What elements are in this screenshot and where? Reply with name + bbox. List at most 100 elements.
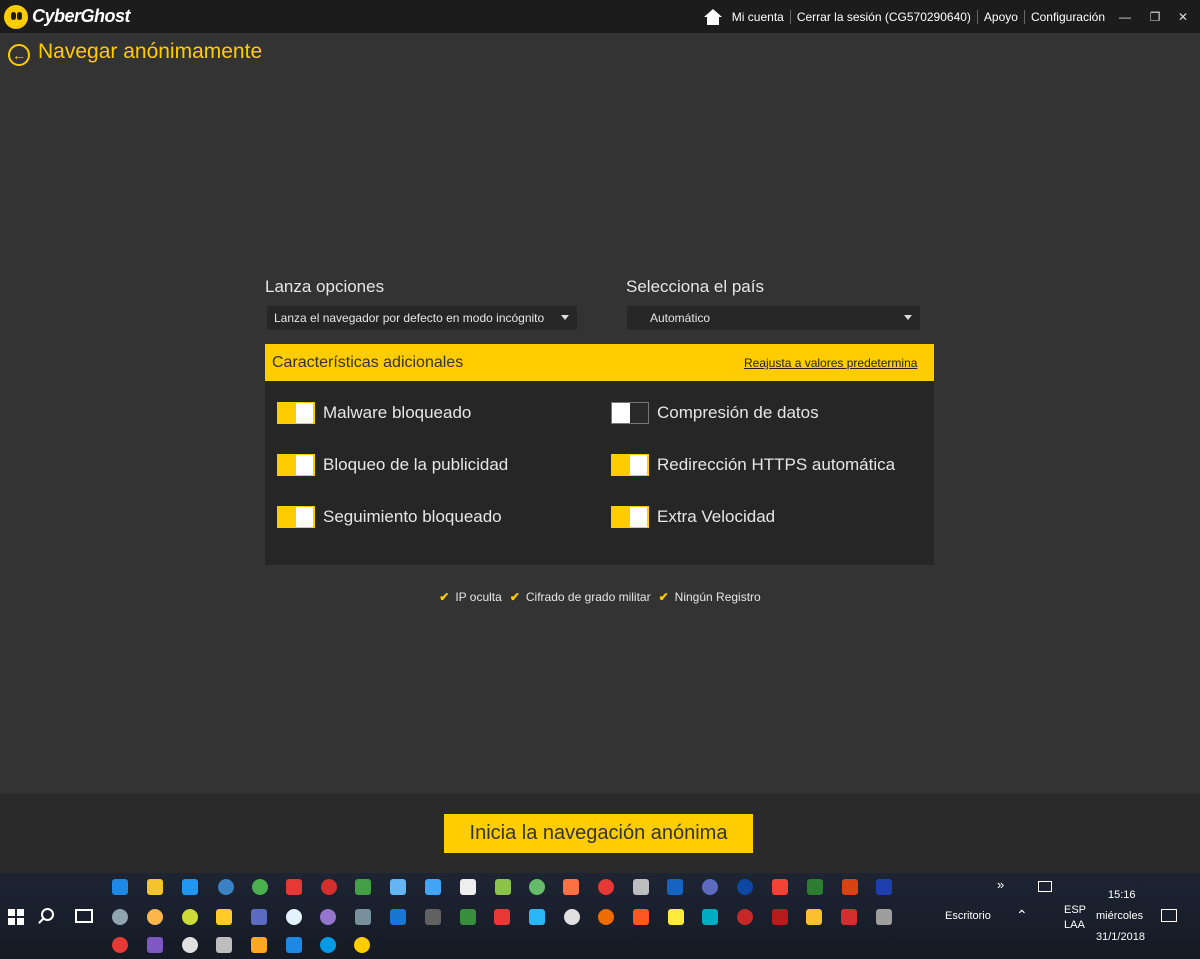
edge-icon[interactable]	[112, 879, 128, 895]
excel-icon[interactable]	[807, 879, 823, 895]
app-icon[interactable]	[182, 937, 198, 953]
close-icon[interactable]: ✕	[1168, 0, 1198, 33]
app-icon[interactable]	[702, 909, 718, 925]
feature-malware-blocked[interactable]: Malware bloqueado	[277, 402, 471, 424]
magic-wand-icon[interactable]	[216, 909, 232, 925]
settings-link[interactable]: Configuración	[1031, 10, 1105, 24]
app-icon[interactable]	[390, 879, 406, 895]
feature-label: Malware bloqueado	[323, 403, 472, 422]
reset-defaults-link[interactable]: Reajusta a valores predetermina	[744, 356, 918, 370]
compression-toggle[interactable]	[611, 402, 649, 424]
back-arrow-icon[interactable]: ←	[8, 44, 30, 66]
mega-icon[interactable]	[598, 879, 614, 895]
app-icon[interactable]	[495, 879, 511, 895]
desktop-toolbar[interactable]: Escritorio	[945, 910, 991, 922]
app-icon[interactable]	[147, 937, 163, 953]
app-icon[interactable]	[460, 909, 476, 925]
vivaldi-icon[interactable]	[286, 879, 302, 895]
app-icon[interactable]	[529, 909, 545, 925]
restore-icon[interactable]: ❐	[1140, 0, 1170, 33]
clock-date[interactable]: 31/1/2018	[1096, 931, 1145, 943]
malwarebytes-icon[interactable]	[876, 879, 892, 895]
task-view-icon[interactable]	[75, 909, 93, 923]
app-icon[interactable]	[182, 909, 198, 925]
extra-speed-toggle[interactable]	[611, 506, 649, 528]
calculator-icon[interactable]	[633, 879, 649, 895]
home-icon[interactable]	[703, 8, 722, 25]
app-icon[interactable]	[251, 937, 267, 953]
app-icon[interactable]	[668, 909, 684, 925]
browser-icon[interactable]	[218, 879, 234, 895]
powerpoint-icon[interactable]	[842, 879, 858, 895]
tracking-toggle[interactable]	[277, 506, 315, 528]
pdf-icon[interactable]	[772, 879, 788, 895]
minimize-icon[interactable]: —	[1110, 0, 1140, 33]
feature-tracking-blocked[interactable]: Seguimiento bloqueado	[277, 506, 502, 528]
search-icon[interactable]	[41, 908, 54, 921]
app-icon[interactable]	[806, 909, 822, 925]
feature-https-redirect[interactable]: Redirección HTTPS automática	[611, 454, 895, 476]
language-primary[interactable]: ESP	[1064, 904, 1086, 916]
app-icon[interactable]	[841, 909, 857, 925]
app-icon[interactable]	[355, 909, 371, 925]
app-icon[interactable]	[320, 909, 336, 925]
notifications-icon[interactable]	[1161, 909, 1177, 922]
cyberghost-taskbar-icon[interactable]	[354, 937, 370, 953]
feature-data-compression[interactable]: Compresión de datos	[611, 402, 819, 424]
file-explorer-icon[interactable]	[147, 879, 163, 895]
language-secondary[interactable]: LAA	[1064, 919, 1085, 931]
app-icon[interactable]	[737, 879, 753, 895]
app-logo: CyberGhost	[4, 4, 131, 29]
nav-divider	[1023, 9, 1025, 24]
notepad-icon[interactable]	[216, 937, 232, 953]
app-icon[interactable]	[737, 909, 753, 925]
app-icon[interactable]	[425, 879, 441, 895]
support-link[interactable]: Apoyo	[984, 10, 1018, 24]
app-icon[interactable]	[390, 909, 406, 925]
title-bar: CyberGhost Mi cuenta Cerrar la sesión (C…	[0, 0, 1200, 33]
app-icon[interactable]	[147, 909, 163, 925]
app-icon[interactable]	[772, 909, 788, 925]
app-icon[interactable]	[494, 909, 510, 925]
windows-start-icon[interactable]	[8, 909, 24, 925]
app-icon[interactable]	[876, 909, 892, 925]
ad-blocking-toggle[interactable]	[277, 454, 315, 476]
app-icon[interactable]	[598, 909, 614, 925]
launch-options-select[interactable]: Lanza el navegador por defecto en modo i…	[267, 306, 577, 330]
app-icon[interactable]	[702, 879, 718, 895]
my-account-link[interactable]: Mi cuenta	[732, 10, 784, 24]
malware-toggle[interactable]	[277, 402, 315, 424]
country-select[interactable]: Automático	[627, 306, 920, 330]
overflow-chevron-icon[interactable]: »	[997, 877, 1004, 892]
opera-icon[interactable]	[321, 879, 337, 895]
word-icon[interactable]	[667, 879, 683, 895]
network-icon[interactable]	[1038, 881, 1052, 892]
cloud-icon[interactable]	[563, 879, 579, 895]
logout-link[interactable]: Cerrar la sesión (CG570290640)	[797, 10, 971, 24]
clock-day[interactable]: miércoles	[1096, 910, 1143, 922]
drop-icon[interactable]	[286, 909, 302, 925]
chevron-up-icon[interactable]: ⌃	[1016, 907, 1028, 924]
https-toggle[interactable]	[611, 454, 649, 476]
torrent-icon[interactable]	[529, 879, 545, 895]
badge-label: Cifrado de grado militar	[525, 590, 651, 604]
app-icon[interactable]	[251, 909, 267, 925]
top-navigation: Mi cuenta Cerrar la sesión (CG570290640)…	[703, 0, 1105, 33]
chrome-icon[interactable]	[252, 879, 268, 895]
internet-explorer-icon[interactable]	[182, 879, 198, 895]
app-icon[interactable]	[633, 909, 649, 925]
app-icon[interactable]	[425, 909, 441, 925]
shield-icon[interactable]	[286, 937, 302, 953]
app-icon[interactable]	[320, 937, 336, 953]
app-icon[interactable]	[355, 879, 371, 895]
feature-ad-blocking[interactable]: Bloqueo de la publicidad	[277, 454, 508, 476]
feature-extra-speed[interactable]: Extra Velocidad	[611, 506, 775, 528]
badge-hidden-ip: ✔ IP oculta	[439, 590, 502, 604]
mail-icon[interactable]	[460, 879, 476, 895]
feature-label: Compresión de datos	[657, 403, 819, 422]
app-icon[interactable]	[112, 909, 128, 925]
clock-time[interactable]: 15:16	[1108, 889, 1136, 901]
app-icon[interactable]	[564, 909, 580, 925]
start-anonymous-browsing-button[interactable]: Inicia la navegación anónima	[444, 814, 753, 853]
app-icon[interactable]	[112, 937, 128, 953]
